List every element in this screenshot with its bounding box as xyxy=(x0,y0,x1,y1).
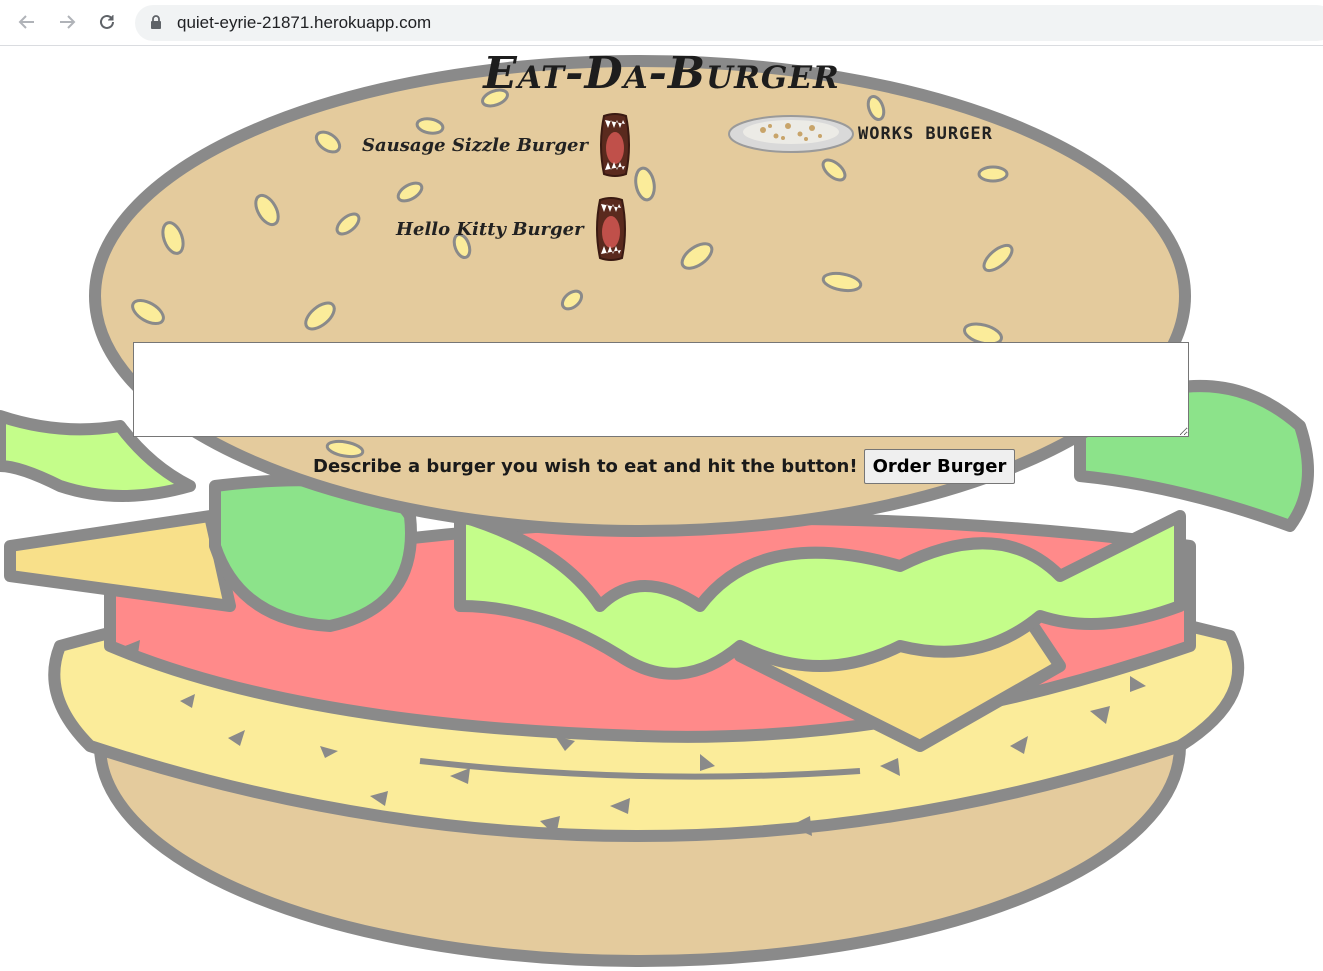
order-burger-button[interactable]: Order Burger xyxy=(863,449,1016,484)
url-text: quiet-eyrie-21871.herokuapp.com xyxy=(177,13,432,32)
page-title: Eat-Da-Burger xyxy=(483,48,840,99)
burger-list-item: Sausage Sizzle Burger xyxy=(362,112,632,178)
burger-background-art xyxy=(0,55,1314,967)
browser-toolbar: quiet-eyrie-21871.herokuapp.com xyxy=(0,0,1323,46)
empty-plate-icon xyxy=(728,115,854,153)
burger-description-textarea[interactable] xyxy=(133,342,1189,437)
burger-list-item: Hello Kitty Burger xyxy=(396,196,628,262)
reload-icon[interactable] xyxy=(94,9,120,35)
form-prompt: Describe a burger you wish to eat and hi… xyxy=(313,456,858,477)
burger-name: Sausage Sizzle Burger xyxy=(362,134,588,156)
burger-name: Hello Kitty Burger xyxy=(396,218,584,240)
forward-arrow-icon[interactable] xyxy=(54,9,80,35)
open-mouth-icon[interactable] xyxy=(598,112,632,178)
back-arrow-icon[interactable] xyxy=(14,9,40,35)
devoured-burger-name: WORKS BURGER xyxy=(858,124,993,144)
open-mouth-icon[interactable] xyxy=(594,196,628,262)
page-body: Eat-Da-Burger Sausage Sizzle Burger Hell… xyxy=(0,46,1323,971)
order-form-row: Describe a burger you wish to eat and hi… xyxy=(313,449,1016,484)
address-bar[interactable]: quiet-eyrie-21871.herokuapp.com xyxy=(135,5,1323,41)
lock-icon[interactable] xyxy=(150,15,162,34)
devoured-burger-item: WORKS BURGER xyxy=(728,114,993,154)
